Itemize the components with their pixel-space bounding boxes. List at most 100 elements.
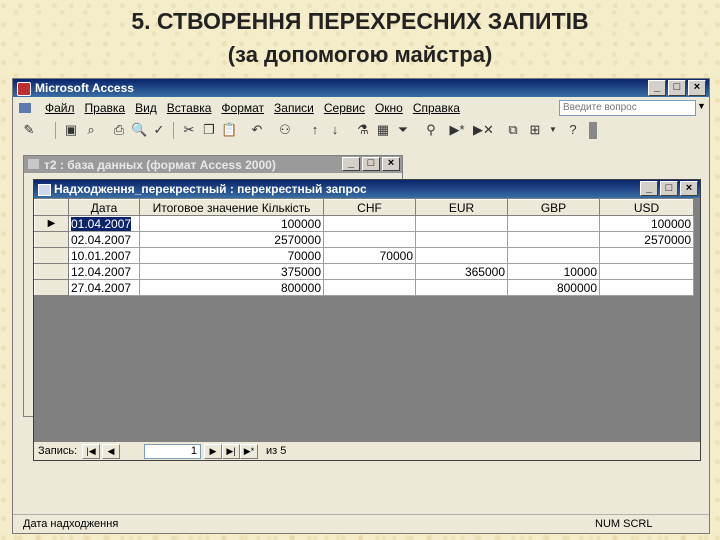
column-header[interactable]: GBP xyxy=(507,199,600,216)
menu-view[interactable]: Вид xyxy=(135,101,157,115)
apply-filter-icon[interactable]: ⏷ xyxy=(395,122,411,138)
column-header[interactable]: Дата xyxy=(68,199,140,216)
table-cell[interactable] xyxy=(323,263,416,280)
column-header[interactable]: EUR xyxy=(415,199,508,216)
table-cell[interactable]: 800000 xyxy=(139,279,324,296)
table-cell[interactable] xyxy=(323,215,416,232)
table-cell[interactable]: 12.04.2007 xyxy=(68,263,140,280)
select-all-cell[interactable] xyxy=(34,199,69,216)
menu-file[interactable]: Файл xyxy=(45,101,75,115)
table-cell[interactable]: 365000 xyxy=(415,263,508,280)
database-window-titlebar[interactable]: т2 : база данных (формат Access 2000) _ … xyxy=(24,156,402,173)
new-object-icon[interactable]: ⊞ xyxy=(527,122,543,138)
sort-descending-icon[interactable]: ↓ xyxy=(327,122,343,138)
query-close-button[interactable]: × xyxy=(680,181,698,196)
print-preview-icon[interactable]: 🔍 xyxy=(131,122,147,138)
status-indicators: NUM SCRL xyxy=(595,518,653,530)
table-cell[interactable] xyxy=(415,231,508,248)
column-header[interactable]: Итоговое значение Кількість xyxy=(139,199,324,216)
close-button[interactable]: × xyxy=(688,80,706,96)
maximize-button[interactable]: □ xyxy=(668,80,686,96)
table-cell[interactable]: 01.04.2007 xyxy=(68,215,140,232)
query-minimize-button[interactable]: _ xyxy=(640,181,658,196)
menu-records[interactable]: Записи xyxy=(274,101,314,115)
table-cell[interactable] xyxy=(507,247,600,264)
table-cell[interactable]: 27.04.2007 xyxy=(68,279,140,296)
current-record-selector[interactable]: ▶ xyxy=(34,215,69,232)
record-selector[interactable] xyxy=(34,279,69,296)
header-row: Дата Итоговое значение Кількість CHF EUR… xyxy=(34,199,694,216)
help-dropdown-icon[interactable]: ▼ xyxy=(697,101,706,111)
filter-by-selection-icon[interactable]: ⚗ xyxy=(355,122,371,138)
access-key-icon xyxy=(17,82,31,96)
table-cell[interactable] xyxy=(415,215,508,232)
help-icon[interactable]: ? xyxy=(565,122,581,138)
previous-record-icon[interactable]: ◀ xyxy=(102,444,120,459)
new-record-icon[interactable]: ▶* xyxy=(449,122,465,138)
table-cell[interactable]: 100000 xyxy=(599,215,694,232)
search-file-icon[interactable]: ⌕ xyxy=(83,122,99,138)
toolbar: ✎ ▣ ⌕ ⎙ 🔍 ✓ ✂ ❐ 📋 ↶ ⚇ ↑ ↓ ⚗ ▦ ⏷ ⚲ ▶* ▶✕ … xyxy=(13,119,709,143)
copy-icon[interactable]: ❐ xyxy=(201,122,217,138)
query-maximize-button[interactable]: □ xyxy=(660,181,678,196)
record-number-input[interactable]: 1 xyxy=(144,444,201,459)
table-cell[interactable] xyxy=(599,247,694,264)
table-cell[interactable]: 100000 xyxy=(139,215,324,232)
table-cell[interactable]: 375000 xyxy=(139,263,324,280)
save-icon[interactable]: ▣ xyxy=(63,122,79,138)
help-question-input[interactable]: Введите вопрос xyxy=(559,100,696,116)
spelling-icon[interactable]: ✓ xyxy=(151,122,167,138)
record-selector[interactable] xyxy=(34,231,69,248)
table-cell[interactable]: 2570000 xyxy=(139,231,324,248)
find-icon[interactable]: ⚲ xyxy=(423,122,439,138)
first-record-icon[interactable]: |◀ xyxy=(82,444,100,459)
menu-help[interactable]: Справка xyxy=(413,101,460,115)
db-close-button[interactable]: × xyxy=(382,157,400,171)
record-selector[interactable] xyxy=(34,263,69,280)
column-header[interactable]: CHF xyxy=(323,199,416,216)
minimize-button[interactable]: _ xyxy=(648,80,666,96)
menu-format[interactable]: Формат xyxy=(221,101,264,115)
table-cell[interactable] xyxy=(415,279,508,296)
query-window-titlebar[interactable]: Надходження_перекрестный : перекрестный … xyxy=(34,180,700,198)
print-icon[interactable]: ⎙ xyxy=(111,122,127,138)
menu-tools[interactable]: Сервис xyxy=(324,101,365,115)
filter-by-form-icon[interactable]: ▦ xyxy=(375,122,391,138)
sort-ascending-icon[interactable]: ↑ xyxy=(307,122,323,138)
table-cell[interactable] xyxy=(599,279,694,296)
table-cell[interactable] xyxy=(323,231,416,248)
table-cell[interactable]: 70000 xyxy=(139,247,324,264)
table-cell[interactable]: 10000 xyxy=(507,263,600,280)
new-object-dropdown-icon[interactable]: ▼ xyxy=(545,122,561,138)
delete-record-icon[interactable]: ▶✕ xyxy=(473,122,494,138)
database-window-icon[interactable]: ⧉ xyxy=(505,122,521,138)
design-view-icon[interactable]: ✎ xyxy=(21,122,37,138)
next-record-icon[interactable]: ▶ xyxy=(204,444,222,459)
table-cell[interactable] xyxy=(415,247,508,264)
app-titlebar[interactable]: Microsoft Access _ □ × xyxy=(13,79,709,97)
cut-icon[interactable]: ✂ xyxy=(181,122,197,138)
table-cell[interactable]: 800000 xyxy=(507,279,600,296)
db-maximize-button[interactable]: □ xyxy=(362,157,380,171)
app-menu-icon[interactable] xyxy=(19,103,31,113)
column-header[interactable]: USD xyxy=(599,199,694,216)
table-cell[interactable]: 70000 xyxy=(323,247,416,264)
last-record-icon[interactable]: ▶| xyxy=(222,444,240,459)
table-cell[interactable] xyxy=(507,215,600,232)
menu-edit[interactable]: Правка xyxy=(85,101,126,115)
new-record-nav-icon[interactable]: ▶* xyxy=(240,444,258,459)
table-cell[interactable] xyxy=(507,231,600,248)
database-icon xyxy=(28,159,39,169)
undo-icon[interactable]: ↶ xyxy=(249,122,265,138)
db-minimize-button[interactable]: _ xyxy=(342,157,360,171)
paste-icon[interactable]: 📋 xyxy=(221,122,237,138)
table-cell[interactable]: 2570000 xyxy=(599,231,694,248)
table-cell[interactable]: 10.01.2007 xyxy=(68,247,140,264)
table-cell[interactable] xyxy=(599,263,694,280)
record-selector[interactable] xyxy=(34,247,69,264)
table-cell[interactable]: 02.04.2007 xyxy=(68,231,140,248)
insert-hyperlink-icon[interactable]: ⚇ xyxy=(277,122,293,138)
table-cell[interactable] xyxy=(323,279,416,296)
menu-window[interactable]: Окно xyxy=(375,101,403,115)
menu-insert[interactable]: Вставка xyxy=(167,101,212,115)
